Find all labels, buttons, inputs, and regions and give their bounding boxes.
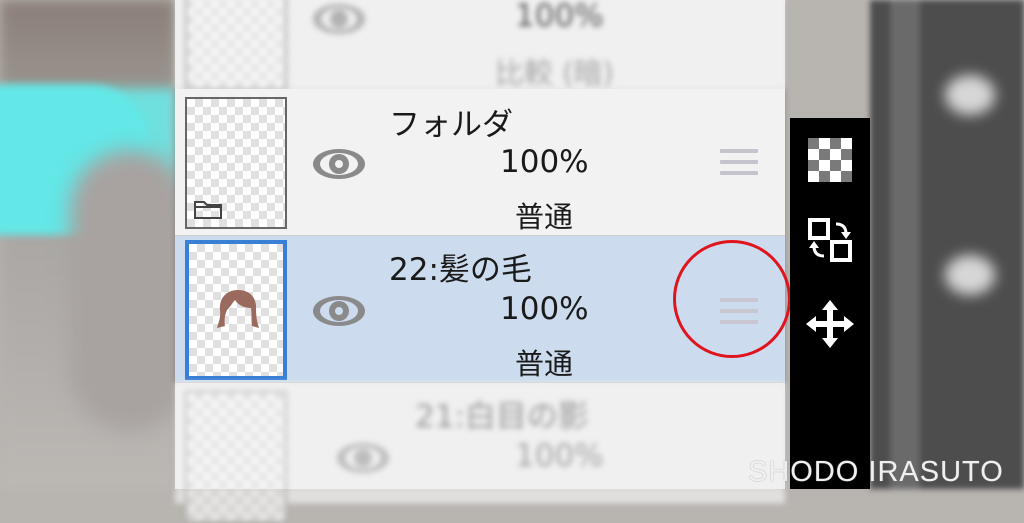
layer-opacity: 100% xyxy=(500,144,589,180)
layer-row[interactable]: 21:白目の影 100% xyxy=(175,383,785,523)
layer-blend-mode: 普通 xyxy=(515,347,574,381)
tool-blob xyxy=(945,75,995,115)
layer-thumbnail[interactable] xyxy=(185,240,287,380)
right-toolbar-background xyxy=(870,0,1024,489)
layer-row[interactable]: 100% 比較 (暗) xyxy=(175,0,785,90)
swap-layer-icon[interactable] xyxy=(806,216,854,264)
annotation-circle xyxy=(673,240,791,358)
layer-opacity: 100% xyxy=(515,438,604,474)
layer-name: 21:白目の影 xyxy=(415,399,589,435)
folder-icon xyxy=(194,201,222,219)
tool-blob xyxy=(945,255,995,295)
watermark-text: SHODO IRASUTO xyxy=(748,456,1004,488)
canvas-artwork-shape xyxy=(70,150,190,430)
layer-opacity: 100% xyxy=(515,0,604,34)
eye-icon[interactable] xyxy=(311,294,367,328)
hair-thumbnail-icon xyxy=(217,290,259,328)
layer-thumbnail[interactable] xyxy=(185,97,287,229)
toolbar-stripe xyxy=(890,0,920,489)
eye-icon[interactable] xyxy=(335,441,391,475)
layer-opacity: 100% xyxy=(500,291,589,327)
eye-icon[interactable] xyxy=(311,147,367,181)
layer-row-folder[interactable]: フォルダ 100% 普通 xyxy=(175,89,785,236)
eye-icon[interactable] xyxy=(311,2,367,36)
layer-tool-strip xyxy=(790,118,870,489)
layer-name: 比較 (暗) xyxy=(495,56,614,90)
move-tool-icon[interactable] xyxy=(806,300,854,348)
layer-name: 22:髪の毛 xyxy=(389,252,532,288)
layer-name: フォルダ xyxy=(389,107,513,143)
layer-thumbnail[interactable] xyxy=(185,0,287,90)
transparency-tool-icon[interactable] xyxy=(806,136,854,184)
layer-panel: 100% 比較 (暗) フォルダ 100% 普通 22:髪の毛 100% 普通 … xyxy=(175,0,785,523)
drag-handle-icon[interactable] xyxy=(720,149,758,175)
layer-blend-mode: 普通 xyxy=(515,200,574,234)
layer-thumbnail[interactable] xyxy=(185,391,287,523)
